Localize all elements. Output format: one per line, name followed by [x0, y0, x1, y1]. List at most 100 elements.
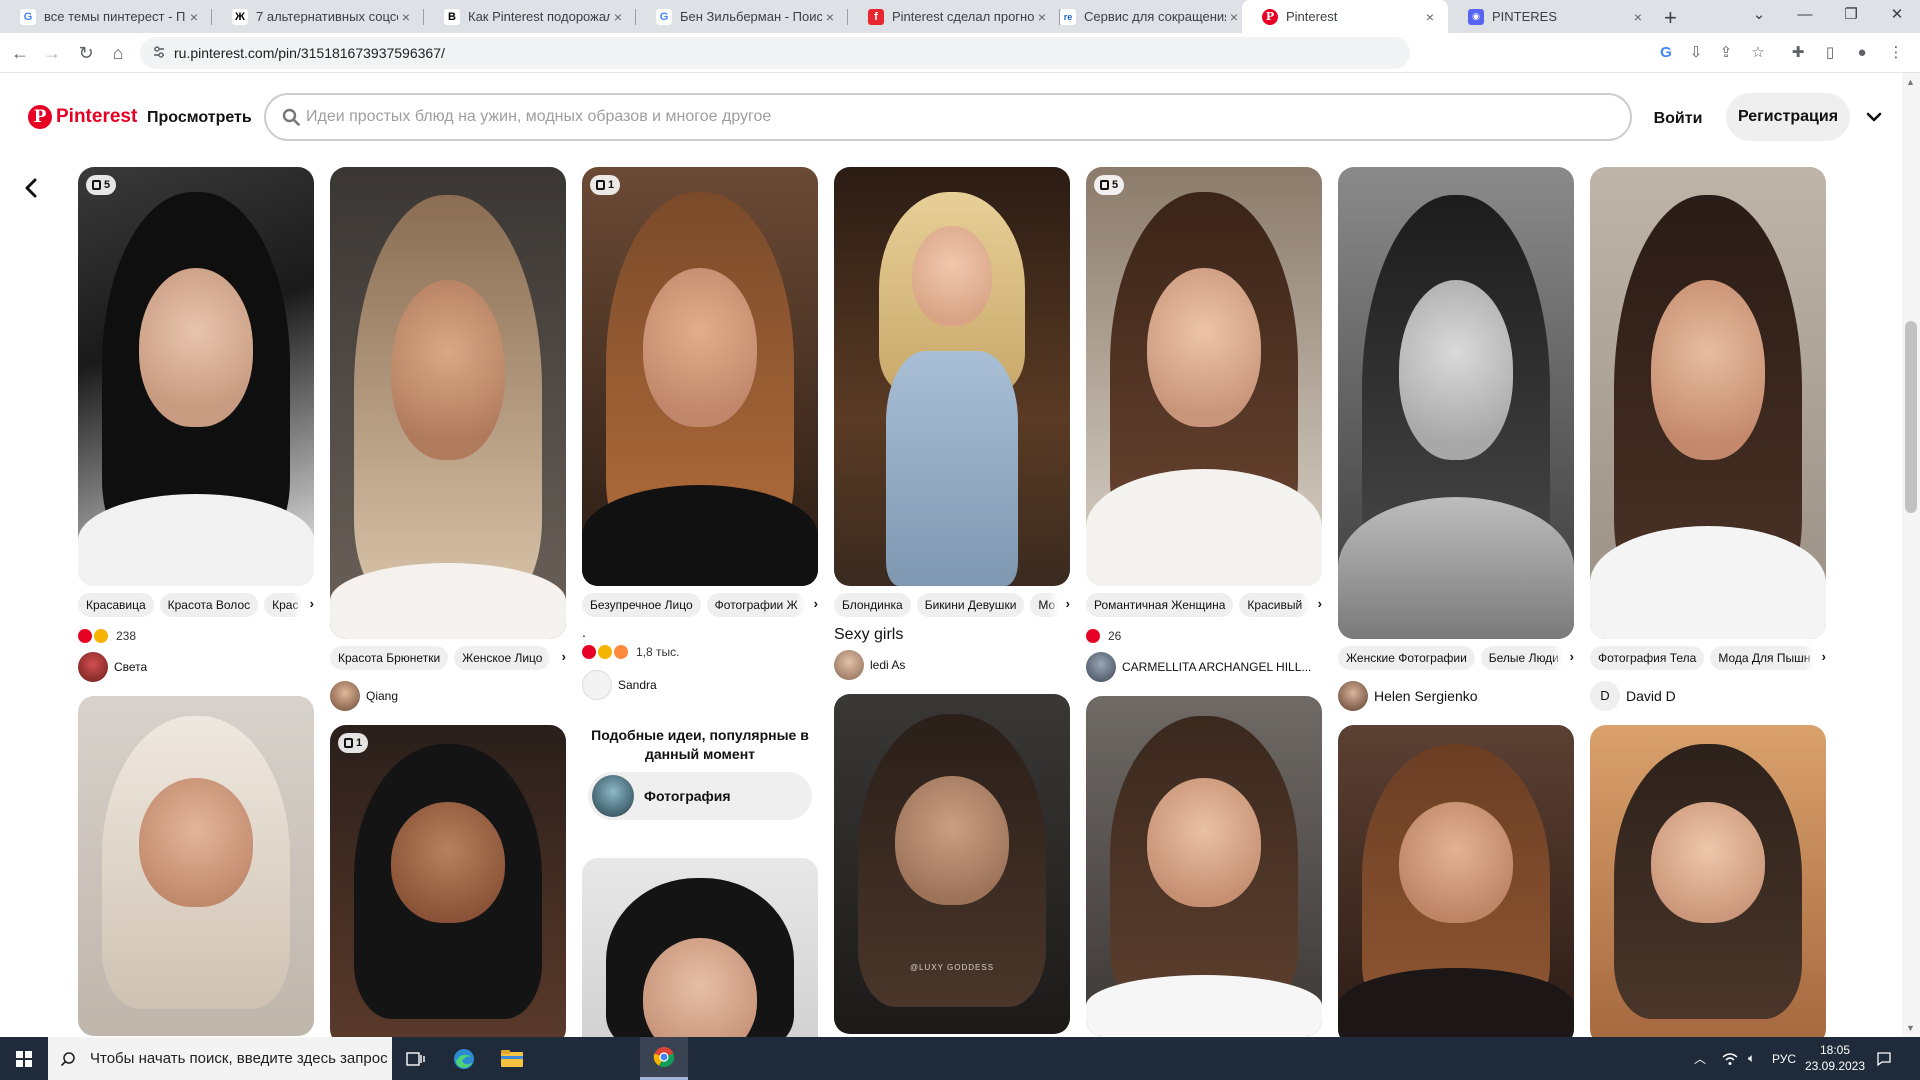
pin-tag[interactable]: Фотография Тела	[1590, 646, 1705, 670]
share-icon[interactable]: ⇪	[1714, 41, 1738, 65]
pin-author[interactable]: Qiang	[330, 681, 566, 711]
browser-tab-4[interactable]: G Бен Зильберман - Поиск ×	[636, 0, 848, 33]
pin-tag[interactable]: Романтичная Женщина	[1086, 593, 1234, 617]
pin-image[interactable]: 1	[330, 725, 566, 1037]
pin-image[interactable]	[1338, 167, 1574, 639]
tab-search-icon[interactable]: ⌄	[1736, 0, 1782, 33]
window-close-icon[interactable]: ✕	[1874, 0, 1920, 33]
browser-tab-3[interactable]: B Как Pinterest подорожал ×	[424, 0, 636, 33]
pin-image[interactable]	[834, 167, 1070, 586]
close-icon[interactable]: ×	[186, 9, 202, 25]
pin-tag[interactable]: Женское Лицо	[454, 646, 551, 670]
menu-kebab-icon[interactable]: ⋮	[1884, 41, 1908, 65]
close-icon[interactable]: ×	[398, 9, 414, 25]
browser-tab-active[interactable]: P Pinterest ×	[1242, 0, 1448, 33]
taskbar-clock[interactable]: 18:05 23.09.2023	[1800, 1042, 1870, 1074]
pinterest-logo[interactable]: P Pinterest	[28, 105, 137, 129]
install-icon[interactable]: ⇩	[1684, 41, 1708, 65]
address-bar[interactable]: ru.pinterest.com/pin/315181673937596367/	[140, 37, 1410, 69]
pin-tag[interactable]: Красота Брюнетки	[330, 646, 449, 670]
scroll-down-icon[interactable]: ▼	[1906, 1023, 1915, 1033]
volume-icon[interactable]: 🔈︎	[1748, 1037, 1755, 1080]
task-view-icon[interactable]	[392, 1037, 440, 1080]
pin-author[interactable]: Helen Sergienko	[1338, 681, 1574, 711]
back-icon[interactable]: ←	[8, 41, 32, 65]
close-icon[interactable]: ×	[1226, 9, 1242, 25]
browser-tab-2[interactable]: Ж 7 альтернативных соцсет ×	[212, 0, 424, 33]
pin-author[interactable]: ledi As	[834, 650, 1070, 680]
close-icon[interactable]: ×	[610, 9, 626, 25]
file-explorer-icon[interactable]	[488, 1037, 536, 1080]
tags-next-icon[interactable]: ›	[544, 645, 566, 671]
pin-tag[interactable]: Красота Волос	[159, 593, 259, 617]
chevron-down-icon[interactable]	[1862, 105, 1886, 129]
reload-icon[interactable]: ↻	[74, 41, 98, 65]
close-icon[interactable]: ×	[1630, 9, 1646, 25]
tags-next-icon[interactable]: ›	[796, 592, 818, 618]
idea-chip[interactable]: Фотография	[588, 772, 812, 820]
close-icon[interactable]: ×	[1422, 9, 1438, 25]
browser-tab-8[interactable]: ◉ PINTERES ×	[1448, 0, 1656, 33]
scrollbar-thumb[interactable]	[1905, 321, 1917, 513]
side-panel-icon[interactable]: ▯	[1818, 41, 1842, 65]
browser-tab-1[interactable]: G все темы пинтерест - Пои ×	[0, 0, 212, 33]
close-icon[interactable]: ×	[822, 9, 838, 25]
google-translate-icon[interactable]: G	[1654, 41, 1678, 65]
pin-tag[interactable]: Фотографии Ж	[706, 593, 806, 617]
pin-reactions: 1,8 тыс.	[582, 644, 818, 660]
new-tab-button[interactable]: +	[1664, 5, 1677, 31]
search-input[interactable]	[306, 95, 1606, 139]
pin-image[interactable]: 1	[582, 167, 818, 586]
tags-next-icon[interactable]: ›	[1048, 592, 1070, 618]
tune-icon[interactable]	[152, 45, 166, 59]
pin-image[interactable]	[1338, 725, 1574, 1037]
taskbar-search[interactable]: Чтобы начать поиск, введите здесь запрос	[48, 1037, 392, 1080]
scroll-up-icon[interactable]: ▲	[1906, 77, 1915, 87]
browse-link[interactable]: Просмотреть	[147, 109, 252, 127]
pin-image[interactable]: 5	[1086, 167, 1322, 586]
pin-author[interactable]: D David D	[1590, 681, 1826, 711]
forward-icon[interactable]: →	[40, 41, 64, 65]
language-indicator[interactable]: РУС	[1772, 1037, 1796, 1080]
minimize-icon[interactable]: —	[1782, 0, 1828, 33]
pin-tag[interactable]: Женские Фотографии	[1338, 646, 1475, 670]
pin-image[interactable]	[1590, 167, 1826, 639]
pin-tag[interactable]: Мода Для Пышн	[1710, 646, 1819, 670]
pin-author[interactable]: Света	[78, 652, 314, 682]
signup-button[interactable]: Регистрация	[1726, 93, 1850, 141]
notifications-icon[interactable]	[1876, 1037, 1892, 1080]
pin-image[interactable]	[330, 167, 566, 639]
pin-image[interactable]	[1590, 725, 1826, 1037]
login-button[interactable]: Войти	[1638, 95, 1718, 143]
tags-next-icon[interactable]: ›	[292, 592, 314, 618]
pin-tag[interactable]: Красавица	[78, 593, 154, 617]
bookmark-star-icon[interactable]: ☆	[1746, 41, 1770, 65]
edge-icon[interactable]	[440, 1037, 488, 1080]
network-icon[interactable]	[1722, 1037, 1738, 1080]
tags-next-icon[interactable]: ›	[1804, 645, 1826, 671]
pin-tag[interactable]: Безупречное Лицо	[582, 593, 701, 617]
page-scrollbar[interactable]: ▲ ▼	[1902, 73, 1920, 1037]
home-icon[interactable]: ⌂	[106, 41, 130, 65]
pin-image[interactable]	[78, 696, 314, 1036]
pin-image[interactable]	[582, 858, 818, 1037]
chrome-icon[interactable]	[640, 1037, 688, 1080]
pin-author[interactable]: Sandra	[582, 670, 818, 700]
pin-tag[interactable]: Блондинка	[834, 593, 911, 617]
search-box[interactable]	[264, 93, 1632, 141]
extensions-icon[interactable]: ✚	[1786, 41, 1810, 65]
reaction-count: 26	[1108, 629, 1122, 643]
pin-image[interactable]: @LUXY GODDESS	[834, 694, 1070, 1034]
tags-next-icon[interactable]: ›	[1552, 645, 1574, 671]
tray-overflow-icon[interactable]: ︿	[1694, 1037, 1706, 1080]
browser-tab-6[interactable]: re Сервис для сокращения ×	[1040, 0, 1252, 33]
maximize-icon[interactable]: ❐	[1828, 0, 1874, 33]
browser-tab-5[interactable]: f Pinterest сделал прогноз ×	[848, 0, 1060, 33]
pin-author[interactable]: CARMELLITA ARCHANGEL HILL...	[1086, 652, 1322, 682]
profile-icon[interactable]: ●	[1850, 41, 1874, 65]
pin-image[interactable]: 5	[78, 167, 314, 586]
tags-next-icon[interactable]: ›	[1300, 592, 1322, 618]
pin-image[interactable]	[1086, 696, 1322, 1036]
start-button[interactable]	[0, 1037, 48, 1080]
pin-tag[interactable]: Бикини Девушки	[916, 593, 1025, 617]
